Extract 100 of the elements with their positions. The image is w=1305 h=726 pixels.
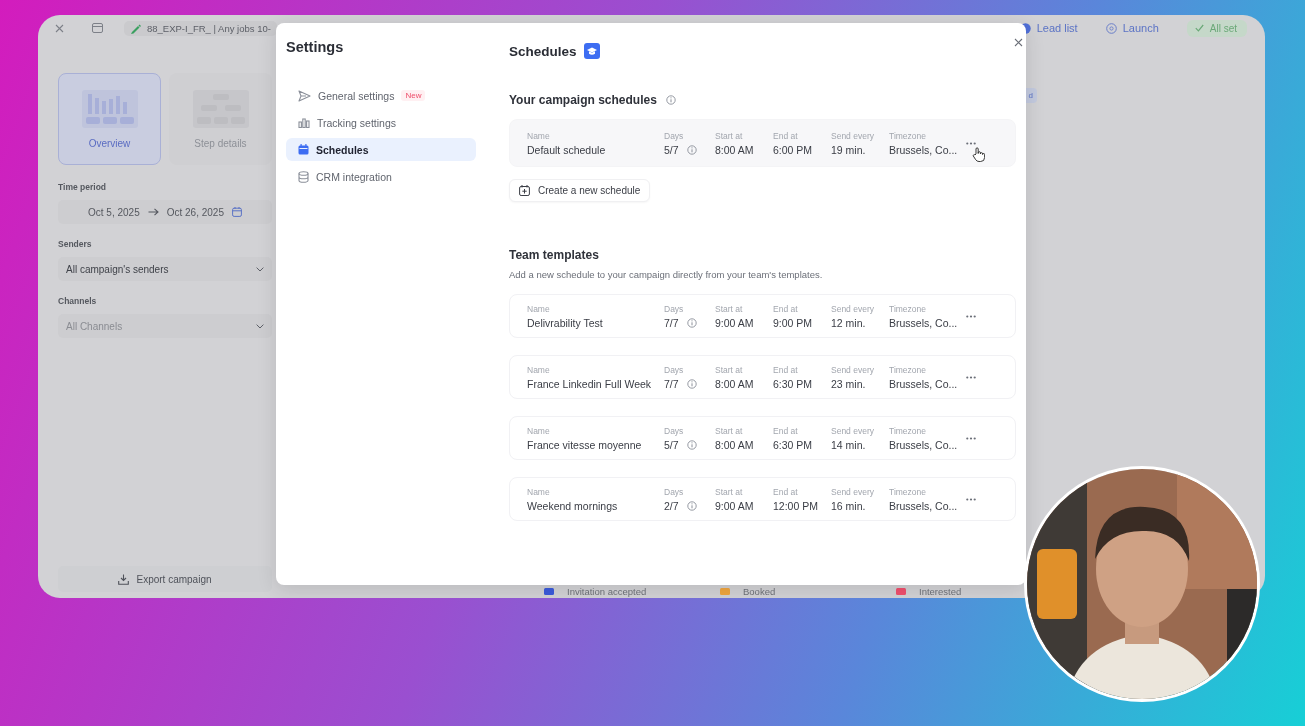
field-label: End at (773, 364, 799, 375)
field-value: 2/7 (664, 499, 679, 512)
field-value: 6:30 PM (773, 438, 813, 451)
bar-chart-icon (298, 117, 310, 128)
field-label: Channels (58, 296, 98, 306)
field-label: Start at (715, 303, 744, 314)
field-label: Start at (715, 364, 744, 375)
field-label: End at (773, 425, 799, 436)
info-icon (665, 95, 676, 105)
field-label: Days (664, 130, 685, 141)
schedule-card[interactable]: Name Delivrability Test Days 7/7 Start at 9:00 AM End at 9:00 PM Send every 12 min. Timezone Brussels, Co... (509, 294, 1016, 338)
field-label: Days (664, 425, 685, 436)
send-icon (298, 89, 311, 102)
select-field[interactable]: All campaign's senders (58, 257, 272, 281)
field-label: End at (773, 130, 799, 141)
more-options-icon[interactable] (964, 373, 978, 381)
nav-item[interactable]: General settings New (286, 84, 476, 107)
field-value: Brussels, Co... (889, 499, 958, 512)
field-label: Send every (831, 130, 875, 141)
field-label: Timezone (889, 486, 927, 497)
field-value: Delivrability Test (527, 316, 603, 329)
close-button[interactable] (1012, 36, 1025, 49)
field-label: Send every (831, 486, 875, 497)
field-label: Timezone (889, 364, 927, 375)
campaign-title: 88_EXP-I_FR_ | Any jobs 10- (147, 22, 271, 34)
window-icon (92, 23, 103, 33)
field-label: Name (527, 364, 551, 375)
pencil-icon (130, 22, 141, 34)
field-label: Name (527, 486, 551, 497)
field-value: France vitesse moyenne (527, 438, 642, 451)
status-pill: All set (1186, 19, 1247, 37)
field-value: 16 min. (831, 499, 866, 512)
field-label: Send every (831, 303, 875, 314)
field-label: Name (527, 130, 551, 141)
field-value: 12:00 PM (773, 499, 818, 512)
graduation-cap-icon (583, 43, 600, 59)
field-label: Send every (831, 425, 875, 436)
date-range-field[interactable]: Oct 5, 2025 Oct 26, 2025 (58, 200, 272, 224)
field-value: 12 min. (831, 316, 866, 329)
field-label: Name (527, 425, 551, 436)
field-label: Timezone (889, 130, 927, 141)
calendar-icon (232, 207, 242, 217)
field-value: Default schedule (527, 143, 606, 156)
field-value: 9:00 PM (773, 316, 813, 329)
field-label: Timezone (889, 303, 927, 314)
field-label: Days (664, 303, 685, 314)
more-options-icon[interactable] (964, 139, 978, 147)
check-icon (1194, 24, 1204, 32)
hand-cursor-icon (972, 147, 985, 162)
legend-label: Interested (919, 585, 962, 597)
field-value: 5/7 (664, 143, 679, 156)
field-value: Weekend mornings (527, 499, 618, 512)
schedule-card[interactable]: Name France vitesse moyenne Days 5/7 Start at 8:00 AM End at 6:30 PM Send every 14 min. Timezone Brussels, Co... (509, 416, 1016, 460)
field-value: 9:00 AM (715, 499, 754, 512)
nav-item[interactable]: Schedules (286, 138, 476, 161)
field-value: 14 min. (831, 438, 866, 451)
field-value: 6:30 PM (773, 377, 813, 390)
more-options-icon[interactable] (964, 495, 978, 503)
field-value: Brussels, Co... (889, 316, 958, 329)
chevron-down-icon (256, 323, 264, 329)
field-value: 8:00 AM (715, 438, 754, 451)
create-schedule-button[interactable]: Create a new schedule (509, 179, 651, 202)
field-label: Name (527, 303, 551, 314)
database-icon (298, 170, 309, 183)
section-heading: Schedules (509, 43, 577, 59)
field-value: 19 min. (831, 143, 866, 156)
export-button[interactable]: Export campaign (58, 566, 272, 592)
field-label: Start at (715, 425, 744, 436)
step-pending-icon (1105, 22, 1117, 34)
new-badge: New (401, 90, 426, 101)
field-label: End at (773, 303, 799, 314)
close-icon (1014, 38, 1023, 47)
field-value: 23 min. (831, 377, 866, 390)
dialog-title: Settings (286, 39, 345, 55)
field-value: Brussels, Co... (889, 377, 958, 390)
schedule-card[interactable]: Name Weekend mornings Days 2/7 Start at 9:00 AM End at 12:00 PM Send every 16 min. Timezone Brussels, Co... (509, 477, 1016, 521)
field-value: 9:00 AM (715, 316, 754, 329)
field-label: Days (664, 364, 685, 375)
more-options-icon[interactable] (964, 434, 978, 442)
schedule-card[interactable]: Name Default schedule Days 5/7 Start at 8:00 AM End at 6:00 PM Send every 19 min. Timezone Brussels, Co... (509, 119, 1016, 167)
end-date: Oct 26, 2025 (166, 206, 224, 218)
field-value: 7/7 (664, 377, 679, 390)
nav-item[interactable]: Tracking settings (286, 111, 476, 134)
field-value: France Linkedin Full Week (527, 377, 652, 390)
field-label: Send every (831, 364, 875, 375)
field-label: Start at (715, 130, 744, 141)
section-title: Team templates (509, 248, 600, 262)
field-label: Time period (58, 182, 108, 192)
field-value: 8:00 AM (715, 143, 754, 156)
arrow-right-icon (147, 208, 159, 216)
section-description: Add a new schedule to your campaign directly from your team's templates. (509, 269, 824, 280)
field-label: Timezone (889, 425, 927, 436)
schedule-card[interactable]: Name France Linkedin Full Week Days 7/7 Start at 8:00 AM End at 6:30 PM Send every 23 min. Timezone Brussels, Co... (509, 355, 1016, 399)
nav-item[interactable]: CRM integration (286, 165, 476, 188)
more-options-icon[interactable] (964, 312, 978, 320)
field-label: Days (664, 486, 685, 497)
download-icon (118, 573, 130, 585)
legend-label: Booked (743, 585, 776, 597)
bar-chart-drawing (81, 90, 138, 128)
chevron-down-icon (256, 266, 264, 272)
